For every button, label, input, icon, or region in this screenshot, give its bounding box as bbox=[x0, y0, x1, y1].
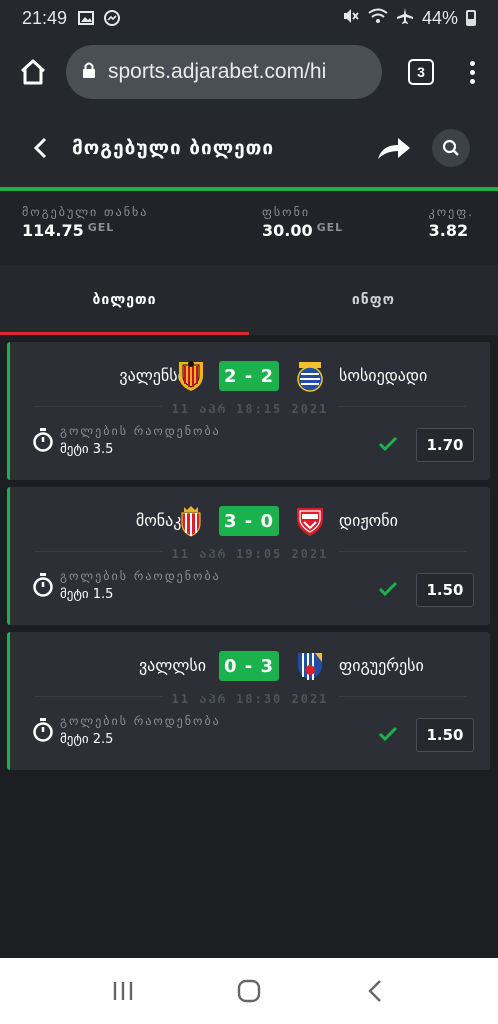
home-nav-button[interactable] bbox=[229, 971, 269, 1011]
market-pick: მეტი 2.5 bbox=[60, 732, 114, 747]
odds-button[interactable]: 1.50 bbox=[416, 573, 474, 607]
score-badge: 0 - 3 bbox=[219, 651, 279, 681]
match-date: 11 აპრ 19:05 2021 bbox=[161, 547, 339, 561]
share-arrow-icon bbox=[378, 138, 410, 159]
overflow-menu-button[interactable] bbox=[462, 60, 482, 84]
away-team: სოსიედადი bbox=[339, 366, 428, 385]
market-name: გოლების რაოდენობა bbox=[60, 714, 221, 728]
market-pick: მეტი 1.5 bbox=[60, 587, 114, 602]
airplane-icon bbox=[396, 7, 414, 30]
home-icon bbox=[20, 59, 46, 85]
recent-apps-button[interactable] bbox=[103, 971, 143, 1011]
stake-label: ფსონი bbox=[262, 205, 311, 219]
battery-icon bbox=[466, 10, 476, 26]
coefficient-label: კოეფ. bbox=[428, 205, 474, 219]
stake-block: ფსონი 30.00 GEL bbox=[262, 205, 420, 265]
tab-bar: ბილეთი ინფო bbox=[0, 265, 498, 335]
stopwatch-icon bbox=[32, 573, 54, 597]
tab-ticket[interactable]: ბილეთი bbox=[0, 265, 249, 335]
dijon-logo-icon bbox=[295, 505, 325, 537]
match-row: ვალლსი 0 - 3 ფიგუერესი bbox=[10, 648, 490, 684]
home-team: ვალლსი bbox=[138, 656, 206, 675]
bet-card: ვალენსია 2 - 2 სოსიედადი 11 აპრ 18:15 20… bbox=[7, 342, 490, 480]
stake-currency: GEL bbox=[316, 221, 344, 234]
winnings-label: მოგებული თანხა bbox=[22, 205, 149, 219]
away-team: დიჟონი bbox=[339, 511, 398, 530]
search-button[interactable] bbox=[432, 129, 470, 167]
odds-button[interactable]: 1.50 bbox=[416, 718, 474, 752]
winnings-currency: GEL bbox=[87, 221, 115, 234]
stake-value: 30.00 bbox=[262, 221, 313, 240]
bet-card: ვალლსი 0 - 3 ფიგუერესი 11 აპრ 18:30 2021… bbox=[7, 632, 490, 770]
chevron-left-icon bbox=[33, 137, 47, 159]
system-navigation-bar bbox=[0, 958, 498, 1024]
coefficient-block: კოეფ. 3.82 bbox=[429, 205, 474, 265]
status-bar: 21:49 44% bbox=[0, 0, 498, 36]
market-name: გოლების რაოდენობა bbox=[60, 424, 221, 438]
market-info: გოლების რაოდენობა მეტი 2.5 bbox=[32, 714, 221, 747]
status-time: 21:49 bbox=[22, 7, 68, 28]
tab-info[interactable]: ინფო bbox=[249, 265, 498, 335]
wifi-icon bbox=[368, 8, 388, 29]
home-button[interactable] bbox=[16, 55, 50, 89]
page-header: მოგებული ბილეთი bbox=[0, 108, 498, 188]
away-team: ფიგუერესი bbox=[339, 656, 424, 675]
match-row: მონაკო 3 - 0 დიჟონი bbox=[10, 503, 490, 539]
match-date: 11 აპრ 18:30 2021 bbox=[161, 692, 339, 706]
odds-button[interactable]: 1.70 bbox=[416, 428, 474, 462]
recent-apps-icon bbox=[113, 982, 133, 1000]
match-date: 11 აპრ 18:15 2021 bbox=[161, 402, 339, 416]
stopwatch-icon bbox=[32, 718, 54, 742]
real-sociedad-logo-icon bbox=[295, 360, 325, 392]
winnings-block: მოგებული თანხა 114.75 GEL bbox=[22, 205, 262, 265]
messenger-icon bbox=[103, 10, 121, 26]
url-text: sports.adjarabet.com/hi bbox=[108, 60, 327, 83]
back-nav-button[interactable] bbox=[355, 971, 395, 1011]
score-badge: 3 - 0 bbox=[219, 506, 279, 536]
figueres-logo-icon bbox=[295, 650, 325, 682]
check-icon bbox=[378, 726, 398, 742]
market-pick: მეტი 3.5 bbox=[60, 442, 114, 457]
home-circle-icon bbox=[237, 979, 261, 1003]
back-button[interactable] bbox=[28, 136, 52, 160]
bet-card: მონაკო 3 - 0 დიჟონი 11 აპრ 19:05 2021 გო… bbox=[7, 487, 490, 625]
market-info: გოლების რაოდენობა მეტი 3.5 bbox=[32, 424, 221, 457]
market-info: გოლების რაოდენობა მეტი 1.5 bbox=[32, 569, 221, 602]
score-badge: 2 - 2 bbox=[219, 361, 279, 391]
back-chevron-icon bbox=[368, 980, 381, 1002]
match-row: ვალენსია 2 - 2 სოსიედადი bbox=[10, 358, 490, 394]
address-bar[interactable]: sports.adjarabet.com/hi bbox=[66, 45, 382, 99]
search-icon bbox=[442, 139, 459, 156]
check-icon bbox=[378, 436, 398, 452]
check-icon bbox=[378, 581, 398, 597]
mute-icon bbox=[342, 8, 360, 29]
share-button[interactable] bbox=[376, 133, 412, 163]
monaco-logo-icon bbox=[176, 505, 206, 537]
tab-switcher-button[interactable]: 3 bbox=[408, 59, 434, 85]
bets-list: ვალენსია 2 - 2 სოსიედადი 11 აპრ 18:15 20… bbox=[0, 335, 498, 958]
coefficient-value: 3.82 bbox=[428, 221, 469, 240]
valencia-logo-icon bbox=[176, 360, 206, 392]
winnings-value: 114.75 bbox=[22, 221, 84, 240]
browser-toolbar: sports.adjarabet.com/hi 3 bbox=[0, 36, 498, 108]
ticket-summary: მოგებული თანხა 114.75 GEL ფსონი 30.00 GEL … bbox=[0, 191, 498, 265]
lock-icon bbox=[82, 61, 96, 83]
page-title: მოგებული ბილეთი bbox=[72, 137, 275, 159]
battery-percent: 44% bbox=[421, 7, 458, 28]
image-icon bbox=[77, 11, 95, 25]
market-name: გოლების რაოდენობა bbox=[60, 569, 221, 583]
stopwatch-icon bbox=[32, 428, 54, 452]
